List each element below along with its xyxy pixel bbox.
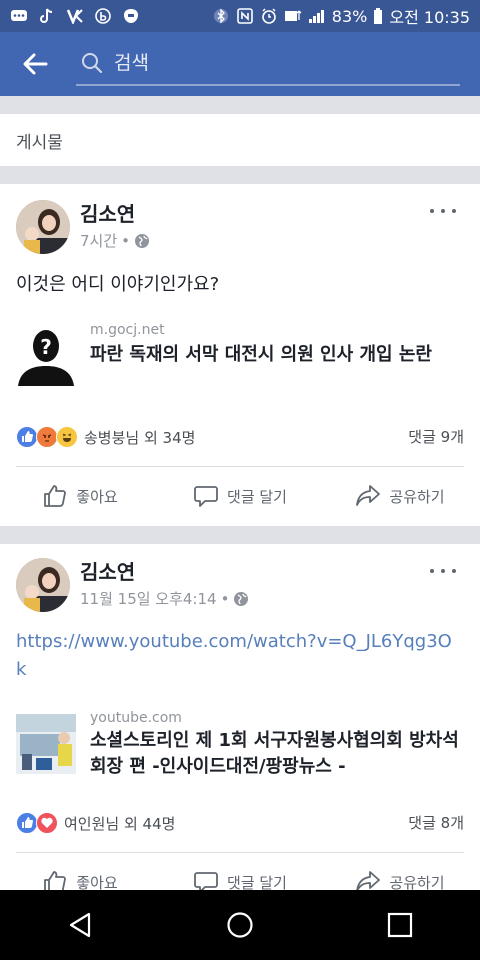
nav-home-button[interactable] [210, 895, 270, 955]
reactions-text: 송병붕님 외 34명 [84, 428, 196, 447]
system-nav-bar [0, 890, 480, 960]
square-recents-icon [387, 912, 413, 938]
tiktok-icon [38, 8, 56, 24]
like-label: 좋아요 [76, 487, 118, 506]
arrow-left-icon [23, 53, 48, 75]
alarm-icon [260, 8, 278, 24]
author-name[interactable]: 김소연 [80, 198, 135, 227]
comment-label: 댓글 달기 [227, 487, 287, 506]
post-text: 이것은 어디 이야기인가요? [16, 274, 220, 295]
share-button[interactable]: 공유하기 [320, 472, 480, 520]
status-bar: 83% 오전 10:35 [0, 0, 480, 32]
more-options-button[interactable] [430, 566, 456, 576]
search-header [0, 32, 480, 96]
search-input[interactable] [114, 52, 434, 74]
like-reaction-icon [16, 426, 38, 448]
nav-recents-button[interactable] [370, 895, 430, 955]
reactions-summary[interactable]: 송병붕님 외 34명 [16, 426, 195, 448]
circle-home-icon [227, 912, 253, 938]
post-card: 김소연 11월 15일 오후4:14 • https://www.youtube… [0, 544, 480, 893]
comments-count[interactable]: 댓글 8개 [408, 812, 464, 833]
signal-icon [308, 8, 326, 24]
link-thumbnail[interactable]: ? [16, 326, 76, 386]
post-meta: 11월 15일 오후4:14 • [80, 588, 249, 609]
thumbs-up-icon [44, 485, 67, 507]
separator-dot: • [121, 231, 131, 250]
more-options-button[interactable] [430, 206, 456, 216]
nav-back-button[interactable] [50, 895, 110, 955]
message-icon [10, 8, 28, 24]
lte-icon [284, 8, 302, 24]
globe-icon [135, 233, 150, 248]
bluetooth-icon [212, 8, 230, 24]
person-silhouette-icon: ? [16, 326, 76, 386]
like-button[interactable]: 좋아요 [0, 472, 160, 520]
divider [16, 852, 464, 853]
post-time[interactable]: 7시간 [80, 230, 117, 251]
b-app-icon [94, 8, 112, 24]
reactions-summary[interactable]: 여인원님 외 44명 [16, 812, 175, 834]
like-reaction-icon [16, 812, 38, 834]
separator-dot: • [220, 589, 230, 608]
video-thumbnail-image [16, 714, 76, 774]
link-domain: youtube.com [90, 710, 182, 726]
share-label: 공유하기 [389, 487, 445, 506]
search-box[interactable] [76, 42, 460, 86]
haha-reaction-icon [56, 426, 78, 448]
globe-icon [234, 591, 249, 606]
avatar[interactable] [16, 200, 70, 254]
love-reaction-icon [36, 812, 58, 834]
shield-app-icon [122, 8, 140, 24]
post-card: 김소연 7시간 • 이것은 어디 이야기인가요? ? m.gocj.net 파란… [0, 184, 480, 526]
comment-button[interactable]: 댓글 달기 [160, 472, 320, 520]
back-button[interactable] [0, 32, 70, 96]
triangle-back-icon [69, 912, 91, 938]
battery-percent: 83% [331, 6, 368, 26]
link-domain: m.gocj.net [90, 322, 165, 338]
share-icon [356, 485, 381, 506]
comments-count[interactable]: 댓글 9개 [408, 426, 464, 447]
angry-reaction-icon [36, 426, 58, 448]
link-title[interactable]: 소셜스토리인 제 1회 서구자원봉사협의회 방차석 회장 편 -인사이드대전/팡… [90, 728, 460, 780]
divider [16, 466, 464, 467]
comment-icon [194, 486, 218, 507]
post-url-text[interactable]: https://www.youtube.com/watch?v=Q_JL6Yqg… [16, 628, 456, 684]
avatar[interactable] [16, 558, 70, 612]
section-title: 게시물 [0, 114, 480, 166]
clock: 오전 10:35 [389, 8, 470, 27]
battery-icon [373, 8, 383, 24]
post-actions: 좋아요 댓글 달기 공유하기 [0, 472, 480, 520]
link-thumbnail[interactable] [16, 714, 76, 774]
link-title[interactable]: 파란 독재의 서막 대전시 의원 인사 개입 논란 [90, 342, 460, 368]
search-icon [82, 53, 103, 74]
vpn-icon [66, 8, 84, 26]
svg-text:?: ? [40, 335, 52, 359]
post-time[interactable]: 11월 15일 오후4:14 [80, 588, 217, 609]
post-meta: 7시간 • [80, 230, 150, 251]
author-name[interactable]: 김소연 [80, 556, 135, 585]
reactions-text: 여인원님 외 44명 [64, 814, 176, 833]
nfc-icon [236, 8, 254, 24]
